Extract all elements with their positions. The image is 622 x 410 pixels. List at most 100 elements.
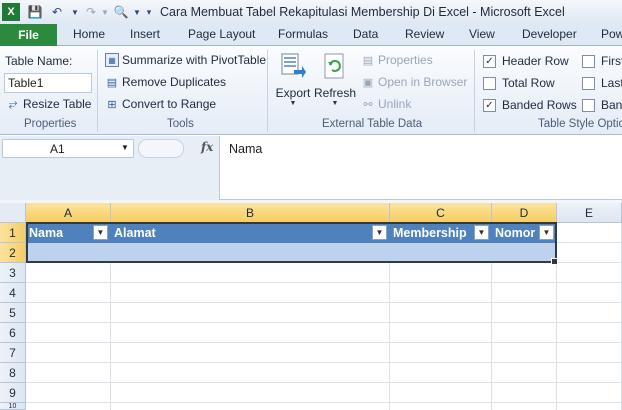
tab-home[interactable]: Home [73, 27, 105, 41]
tab-developer[interactable]: Developer [522, 27, 577, 41]
tab-insert[interactable]: Insert [130, 27, 160, 41]
name-box-value: A1 [50, 142, 65, 156]
unlink-icon: ⚯ [363, 98, 373, 111]
name-box[interactable]: A1 ▼ [2, 139, 134, 158]
selection-outline [26, 222, 557, 263]
formula-bar-resize-handle[interactable] [138, 139, 184, 158]
name-box-dropdown-icon: ▼ [121, 143, 129, 152]
unlink-button[interactable]: ⚯ Unlink [361, 97, 411, 111]
row-header-6[interactable]: 6 [0, 323, 26, 343]
convert-to-range-label: Convert to Range [122, 97, 217, 111]
row-header-2[interactable]: 2 [0, 243, 26, 263]
header-row-label: Header Row [502, 54, 569, 68]
formula-input[interactable]: Nama [229, 142, 262, 156]
column-header-a[interactable]: A [26, 203, 111, 223]
last-column-box [582, 76, 595, 90]
table-name-input[interactable]: Table1 [4, 73, 92, 93]
undo-icon[interactable]: ↶ [48, 3, 66, 21]
row-header-1[interactable]: 1 [0, 223, 26, 243]
tab-review[interactable]: Review [405, 27, 444, 41]
column-header-e[interactable]: E [557, 203, 622, 223]
group-label-tools: Tools [167, 118, 194, 130]
tab-formulas[interactable]: Formulas [278, 27, 328, 41]
row-header-9[interactable]: 9 [0, 383, 26, 403]
tab-file[interactable]: File [0, 24, 57, 46]
open-in-browser-button[interactable]: ▣ Open in Browser [361, 75, 468, 89]
tab-power[interactable]: Pow [601, 27, 622, 41]
refresh-dropdown-icon: ▼ [331, 100, 339, 107]
gridline [26, 302, 622, 303]
row-header-4[interactable]: 4 [0, 283, 26, 303]
summarize-pivottable-label: Summarize with PivotTable [122, 53, 267, 67]
column-header-d[interactable]: D [492, 203, 557, 223]
header-row-checkbox[interactable]: ✓ Header Row [483, 54, 569, 68]
first-column-checkbox[interactable]: First [582, 54, 622, 68]
export-icon [281, 53, 306, 78]
row-header-7[interactable]: 7 [0, 343, 26, 363]
group-label-properties: Properties [24, 118, 77, 130]
export-button[interactable]: Export ▼ [276, 52, 310, 114]
first-column-box [582, 54, 595, 68]
banded-columns-box [582, 98, 595, 112]
gridline [26, 402, 622, 403]
export-dropdown-icon: ▼ [289, 100, 297, 107]
total-row-box [483, 76, 496, 90]
row-header-3[interactable]: 3 [0, 263, 26, 283]
remove-duplicates-icon: ▤ [106, 76, 118, 89]
group-separator [474, 50, 475, 132]
banded-rows-label: Banded Rows [502, 98, 577, 112]
first-column-label: First [601, 54, 622, 68]
column-header-c[interactable]: C [390, 203, 492, 223]
export-label: Export [275, 86, 311, 100]
save-icon[interactable]: 💾 [26, 3, 44, 21]
group-label-table-style-options: Table Style Optic [538, 118, 622, 130]
refresh-label: Refresh [313, 86, 357, 100]
open-in-browser-label: Open in Browser [378, 75, 468, 89]
unlink-label: Unlink [378, 97, 412, 111]
tab-data[interactable]: Data [353, 27, 378, 41]
properties-button[interactable]: ▤ Properties [361, 53, 433, 67]
pivottable-icon: ▦ [105, 53, 119, 67]
column-header-b[interactable]: B [111, 203, 390, 223]
resize-table-icon: ⥂ [8, 97, 18, 110]
group-separator [267, 50, 268, 132]
properties-label: Properties [378, 53, 433, 67]
group-label-external-table-data: External Table Data [322, 118, 423, 130]
banded-rows-check-icon: ✓ [483, 98, 496, 112]
group-separator [97, 50, 98, 132]
tab-page-layout[interactable]: Page Layout [188, 27, 255, 41]
gridline [26, 282, 622, 283]
summarize-pivottable-button[interactable]: ▦ Summarize with PivotTable [105, 53, 266, 67]
row-header-5[interactable]: 5 [0, 303, 26, 323]
gridline [26, 362, 622, 363]
remove-duplicates-button[interactable]: ▤ Remove Duplicates [105, 75, 226, 89]
insert-function-icon[interactable]: fx [201, 140, 213, 154]
excel-logo-icon: X [2, 3, 20, 21]
resize-table-button[interactable]: ⥂ Resize Table [6, 97, 92, 111]
row-header-10[interactable]: 10 [0, 403, 26, 410]
customize-qat-icon[interactable]: ▾ [140, 3, 158, 21]
window-title: Cara Membuat Tabel Rekapitulasi Membersh… [160, 5, 565, 19]
row-header-8[interactable]: 8 [0, 363, 26, 383]
gridline [26, 382, 622, 383]
header-row-check-icon: ✓ [483, 54, 496, 68]
remove-duplicates-label: Remove Duplicates [122, 75, 227, 89]
table-name-label: Table Name: [5, 54, 73, 68]
gridline [557, 242, 622, 243]
last-column-label: Last [601, 76, 622, 90]
banded-rows-checkbox[interactable]: ✓ Banded Rows [483, 98, 577, 112]
refresh-button[interactable]: Refresh ▼ [314, 52, 356, 114]
select-all-corner[interactable] [0, 203, 26, 223]
total-row-label: Total Row [502, 76, 555, 90]
last-column-checkbox[interactable]: Last [582, 76, 622, 90]
banded-columns-checkbox[interactable]: Ban [582, 98, 622, 112]
gridline [26, 322, 622, 323]
fill-handle[interactable] [551, 258, 558, 265]
total-row-checkbox[interactable]: Total Row [483, 76, 555, 90]
refresh-icon [324, 53, 344, 79]
gridline [26, 342, 622, 343]
resize-table-label: Resize Table [23, 97, 92, 111]
convert-to-range-button[interactable]: ⊞ Convert to Range [105, 97, 216, 111]
tab-view[interactable]: View [469, 27, 495, 41]
convert-to-range-icon: ⊞ [107, 98, 117, 111]
